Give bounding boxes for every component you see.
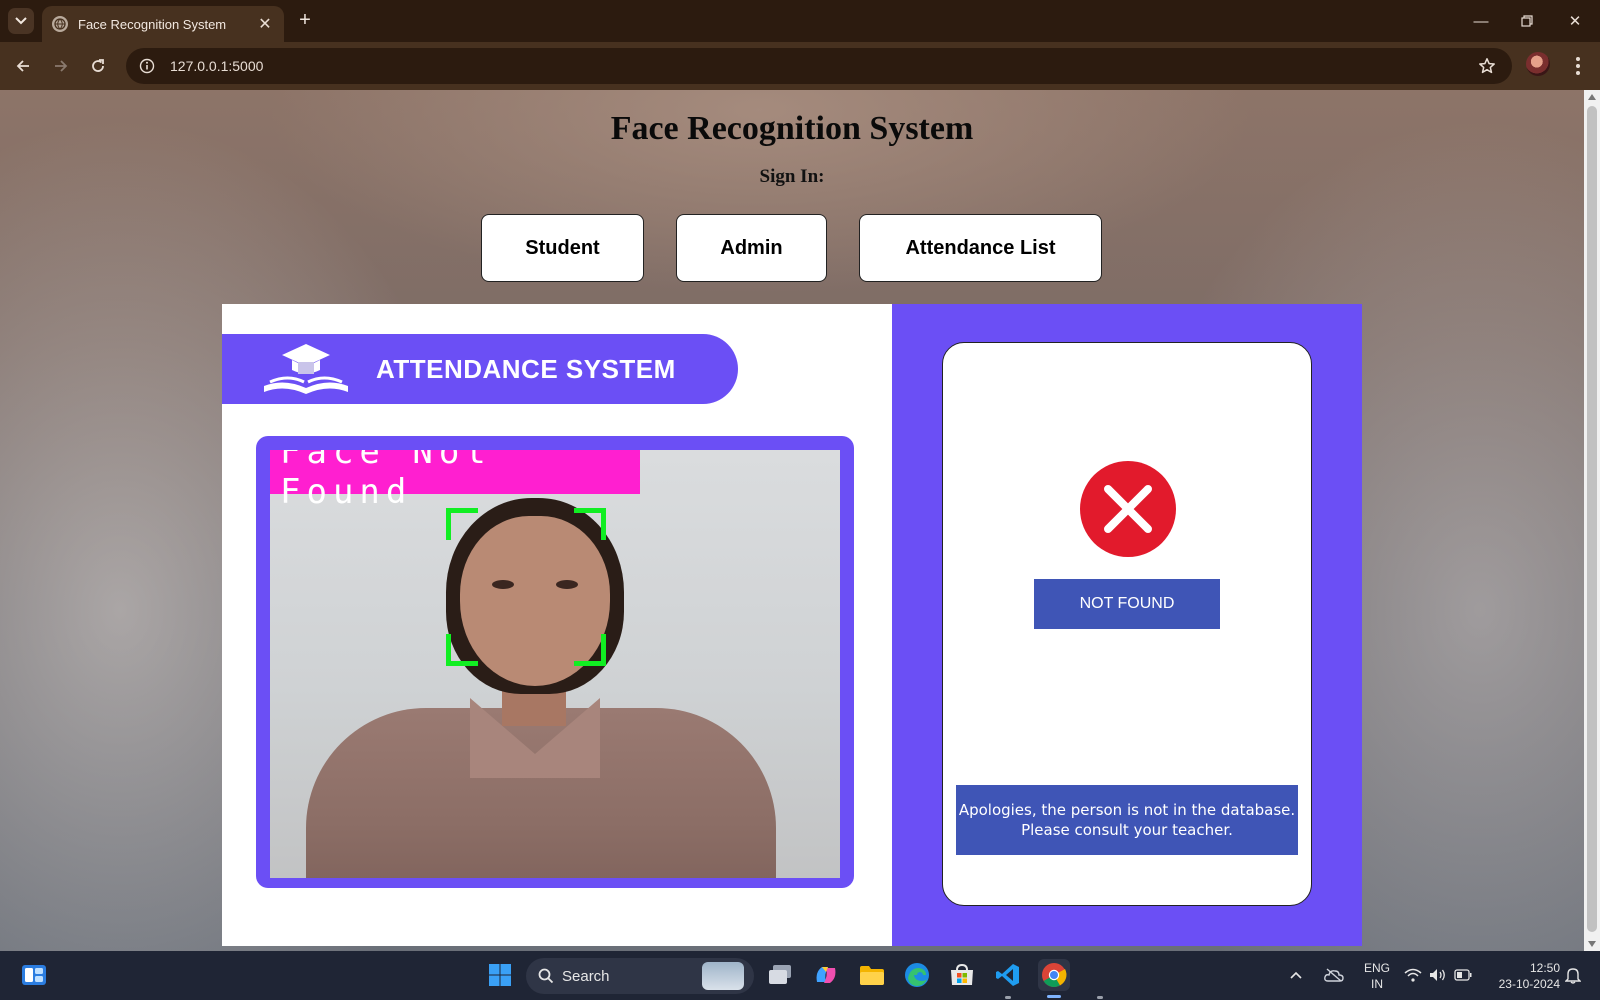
forward-arrow-icon[interactable] xyxy=(47,52,75,80)
globe-icon xyxy=(52,16,68,32)
wifi-icon[interactable] xyxy=(1402,959,1424,991)
search-highlight-image xyxy=(702,962,744,990)
not-found-badge: NOT FOUND xyxy=(1034,579,1220,629)
browser-tab[interactable]: Face Recognition System ✕ xyxy=(42,6,284,42)
task-view-icon[interactable] xyxy=(764,959,796,991)
restore-icon[interactable] xyxy=(1514,8,1540,34)
clock-time: 12:50 xyxy=(1529,961,1560,975)
graduation-cap-icon xyxy=(264,344,348,394)
browser-tab-strip: Face Recognition System ✕ + — ✕ xyxy=(0,0,1600,42)
result-panel: NOT FOUND Apologies, the person is not i… xyxy=(892,304,1362,946)
scroll-down-icon[interactable] xyxy=(1588,941,1596,947)
attendance-banner: ATTENDANCE SYSTEM xyxy=(222,334,738,404)
language-indicator[interactable]: ENG IN xyxy=(1362,960,1392,992)
volume-icon[interactable] xyxy=(1427,959,1449,991)
page-title: Face Recognition System xyxy=(610,110,974,147)
scroll-thumb[interactable] xyxy=(1587,106,1597,932)
edge-icon[interactable] xyxy=(901,959,933,991)
result-card: NOT FOUND Apologies, the person is not i… xyxy=(942,342,1312,906)
scroll-up-icon[interactable] xyxy=(1588,94,1596,100)
attendance-panel: ATTENDANCE SYSTEM Face Not Found NOT FOU… xyxy=(222,304,1362,946)
profile-avatar[interactable] xyxy=(1526,52,1550,76)
language-line-2: IN xyxy=(1371,977,1383,991)
star-icon[interactable] xyxy=(1476,55,1498,77)
widgets-icon[interactable] xyxy=(18,959,50,991)
microsoft-store-icon[interactable] xyxy=(946,959,978,991)
new-tab-button[interactable]: + xyxy=(294,10,316,32)
search-icon xyxy=(538,968,554,984)
minimize-icon[interactable]: — xyxy=(1468,8,1494,34)
tab-search-icon[interactable] xyxy=(8,8,34,34)
person-body xyxy=(306,708,776,878)
window-close-icon[interactable]: ✕ xyxy=(1562,8,1588,34)
chrome-icon[interactable] xyxy=(1038,959,1070,991)
file-explorer-icon[interactable] xyxy=(856,959,888,991)
face-detection-box xyxy=(446,508,606,666)
sign-in-label: Sign In: xyxy=(759,166,825,187)
browser-toolbar: 127.0.0.1:5000 xyxy=(0,42,1600,90)
address-bar[interactable]: 127.0.0.1:5000 xyxy=(126,48,1512,84)
search-label: Search xyxy=(562,967,610,985)
apology-message: Apologies, the person is not in the data… xyxy=(956,785,1298,855)
battery-icon[interactable] xyxy=(1452,959,1474,991)
clock-date: 23-10-2024 xyxy=(1498,977,1560,991)
apology-line-2: Please consult your teacher. xyxy=(1021,821,1233,839)
attendance-list-button[interactable]: Attendance List xyxy=(859,214,1102,282)
admin-button[interactable]: Admin xyxy=(676,214,827,282)
page-scrollbar[interactable] xyxy=(1584,90,1600,951)
error-x-icon xyxy=(1080,461,1176,557)
menu-dots-icon[interactable] xyxy=(1566,52,1590,80)
windows-taskbar: Search ENG IN 12:50 23-10-2024 xyxy=(0,951,1600,1000)
camera-frame: Face Not Found xyxy=(256,436,854,888)
onedrive-icon[interactable] xyxy=(1322,959,1346,991)
back-arrow-icon[interactable] xyxy=(9,52,37,80)
reload-icon[interactable] xyxy=(84,52,112,80)
attendance-banner-title: ATTENDANCE SYSTEM xyxy=(376,353,676,384)
apology-line-1: Apologies, the person is not in the data… xyxy=(958,801,1296,819)
vscode-icon[interactable] xyxy=(992,959,1024,991)
taskbar-search[interactable]: Search xyxy=(526,958,754,994)
notification-bell-icon[interactable] xyxy=(1562,959,1584,991)
student-button[interactable]: Student xyxy=(481,214,644,282)
face-status-overlay: Face Not Found xyxy=(270,450,640,512)
copilot-icon[interactable] xyxy=(810,959,842,991)
windows-start-icon[interactable] xyxy=(484,959,516,991)
language-line-1: ENG xyxy=(1363,961,1390,975)
info-icon[interactable] xyxy=(136,55,158,77)
page-viewport: Face Recognition System Sign In: Student… xyxy=(0,90,1584,951)
face-status-text: Face Not Found xyxy=(280,450,492,512)
chevron-up-icon[interactable] xyxy=(1286,959,1306,991)
camera-feed: Face Not Found xyxy=(270,450,840,878)
clock[interactable]: 12:50 23-10-2024 xyxy=(1484,960,1560,992)
url-text[interactable]: 127.0.0.1:5000 xyxy=(170,58,263,74)
close-icon[interactable]: ✕ xyxy=(256,15,274,33)
tab-title: Face Recognition System xyxy=(78,16,227,32)
